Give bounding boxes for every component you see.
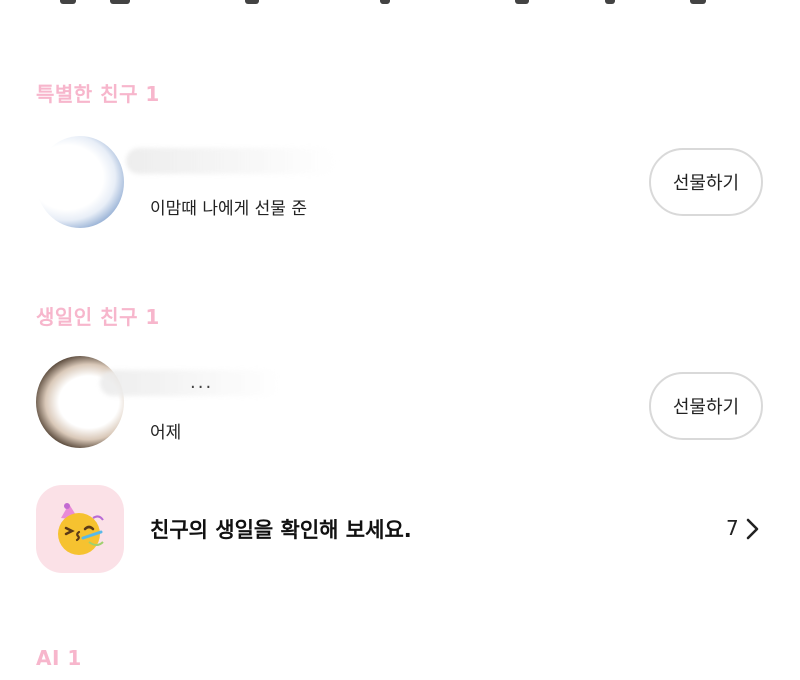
birthday-check-text[interactable]: 친구의 생일을 확인해 보세요. (150, 514, 412, 544)
birthday-count: 7 (726, 516, 739, 540)
cut-off-top-text (0, 0, 800, 14)
friend-subtitle: 이맘때 나에게 선물 준 (150, 199, 307, 219)
section-title-birthday-friend: 생일인 친구 1 (36, 305, 160, 329)
friend-name-redacted (126, 148, 336, 174)
section-title-special-friend: 특별한 친구 1 (36, 82, 160, 106)
party-face-icon-graphic (58, 503, 104, 555)
birthday-friend-row[interactable]: ... 어제 선물하기 (0, 350, 800, 460)
special-friend-row[interactable]: 이맘때 나에게 선물 준 선물하기 (0, 126, 800, 236)
friend-name-tail: ... (190, 372, 214, 393)
chevron-right-icon[interactable] (742, 516, 762, 542)
gift-button[interactable]: 선물하기 (649, 148, 763, 216)
party-face-icon[interactable] (36, 485, 124, 573)
friend-subtitle: 어제 (150, 423, 182, 443)
gift-button[interactable]: 선물하기 (649, 372, 763, 440)
friend-avatar[interactable] (36, 136, 124, 228)
section-title-ai: AI 1 (36, 646, 82, 670)
